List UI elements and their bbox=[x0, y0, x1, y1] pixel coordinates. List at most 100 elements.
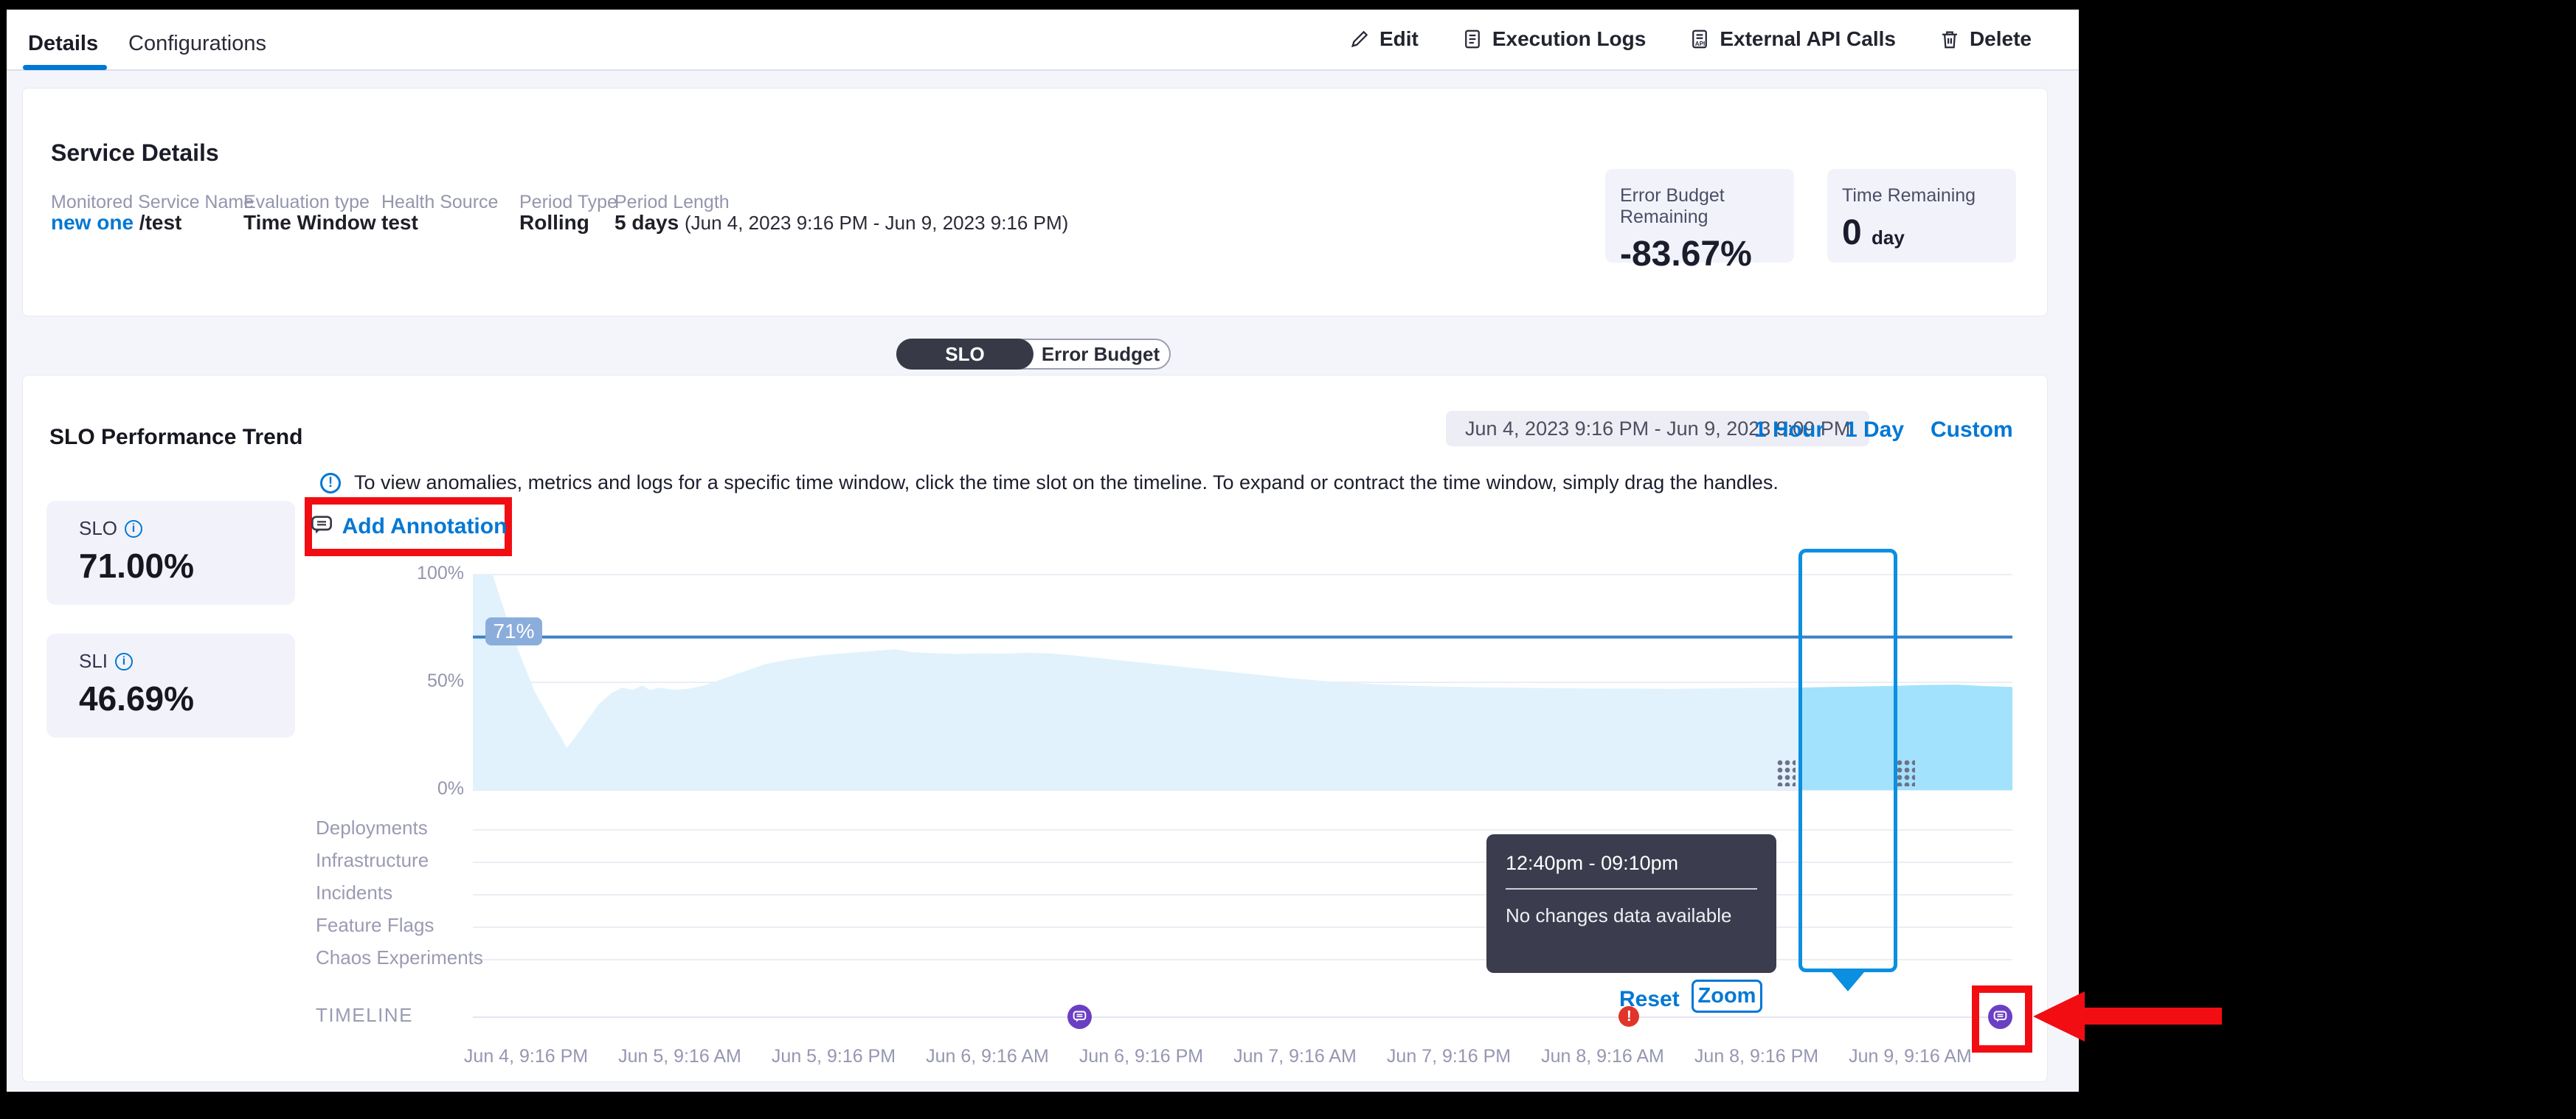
pencil-icon bbox=[1348, 28, 1371, 50]
edit-button[interactable]: Edit bbox=[1348, 27, 1419, 51]
service-details-title: Service Details bbox=[51, 139, 219, 167]
y-axis-label-50: 50% bbox=[375, 671, 464, 692]
error-budget-remaining-label: Error Budget Remaining bbox=[1620, 185, 1779, 228]
x-axis-label: Jun 5, 9:16 PM bbox=[760, 1046, 907, 1067]
field-label-period-type: Period Type bbox=[519, 192, 617, 213]
changes-tooltip: 12:40pm - 09:10pm No changes data availa… bbox=[1486, 834, 1776, 973]
target-badge: 71% bbox=[485, 617, 542, 645]
trend-title: SLO Performance Trend bbox=[49, 425, 302, 450]
app-page: Details Configurations Edit Execution Lo… bbox=[7, 10, 2079, 1092]
field-label-health-source: Health Source bbox=[381, 192, 498, 213]
field-label-period-length: Period Length bbox=[614, 192, 730, 213]
x-axis-label: Jun 6, 9:16 AM bbox=[914, 1046, 1062, 1067]
annotation-highlight-box bbox=[1972, 985, 2032, 1053]
svg-text:API: API bbox=[1695, 41, 1706, 47]
time-remaining-card: Time Remaining 0 day bbox=[1827, 169, 2016, 263]
execution-logs-label: Execution Logs bbox=[1492, 27, 1646, 51]
external-api-calls-label: External API Calls bbox=[1720, 27, 1896, 51]
x-axis-label: Jun 4, 9:16 PM bbox=[452, 1046, 600, 1067]
row-line-incidents bbox=[473, 894, 2012, 895]
field-value-period-length: 5 days (Jun 4, 2023 9:16 PM - Jun 9, 202… bbox=[614, 211, 1068, 235]
tab-configurations[interactable]: Configurations bbox=[128, 32, 266, 56]
toggle-option-error-budget[interactable]: Error Budget bbox=[1031, 339, 1171, 370]
range-button-1day[interactable]: 1 Day bbox=[1845, 418, 1904, 443]
row-line-chaos-experiments bbox=[473, 959, 2012, 960]
y-axis-label-0: 0% bbox=[375, 778, 464, 800]
x-axis-label: Jun 7, 9:16 PM bbox=[1375, 1046, 1523, 1067]
x-axis: Jun 4, 9:16 PM Jun 5, 9:16 AM Jun 5, 9:16 … bbox=[7, 1046, 2079, 1075]
x-axis-label: Jun 7, 9:16 AM bbox=[1222, 1046, 1369, 1067]
field-value-monitored-service[interactable]: new one /test bbox=[51, 211, 181, 235]
row-label-infrastructure: Infrastructure bbox=[316, 849, 429, 872]
header-actions: Edit Execution Logs API External API Cal… bbox=[1348, 27, 2032, 51]
x-axis-label: Jun 5, 9:16 AM bbox=[606, 1046, 754, 1067]
field-label-monitored-service: Monitored Service Name bbox=[51, 192, 254, 213]
row-label-feature-flags: Feature Flags bbox=[316, 914, 434, 937]
error-budget-remaining-card: Error Budget Remaining -83.67% bbox=[1605, 169, 1794, 263]
slo-errorbudget-toggle: SLO Error Budget bbox=[896, 339, 1171, 370]
field-value-health-source: test bbox=[381, 211, 418, 235]
slo-metric-value: 71.00% bbox=[79, 546, 295, 586]
selection-pointer-triangle bbox=[1832, 972, 1864, 991]
tooltip-divider bbox=[1506, 888, 1757, 890]
slo-metric-label: SLO i bbox=[79, 517, 295, 540]
execution-logs-button[interactable]: Execution Logs bbox=[1461, 27, 1646, 51]
tooltip-time-range: 12:40pm - 09:10pm bbox=[1506, 852, 1757, 875]
header-bar: Details Configurations Edit Execution Lo… bbox=[7, 10, 2079, 71]
time-remaining-label: Time Remaining bbox=[1842, 185, 2001, 207]
slo-trend-area-chart[interactable] bbox=[473, 550, 2012, 791]
active-tab-underline bbox=[23, 65, 107, 70]
trash-icon bbox=[1939, 28, 1961, 50]
y-axis-label-100: 100% bbox=[375, 563, 464, 584]
period-length-detail: (Jun 4, 2023 9:16 PM - Jun 9, 2023 9:16 … bbox=[685, 212, 1068, 234]
row-line-infrastructure bbox=[473, 862, 2012, 863]
field-value-evaluation-type: Time Window bbox=[243, 211, 376, 235]
timeline-line bbox=[473, 1016, 2012, 1018]
monitored-service-env: /test bbox=[139, 211, 182, 234]
selection-right-drag-handle[interactable] bbox=[1895, 758, 1915, 786]
time-remaining-number: 0 bbox=[1842, 213, 1862, 252]
range-button-custom[interactable]: Custom bbox=[1931, 418, 2013, 443]
time-remaining-unit: day bbox=[1872, 226, 1905, 249]
api-document-icon: API bbox=[1689, 28, 1711, 50]
range-button-1hour[interactable]: 1 Hour bbox=[1754, 418, 1824, 443]
x-axis-label: Jun 9, 9:16 AM bbox=[1837, 1046, 1984, 1067]
delete-label: Delete bbox=[1970, 27, 2032, 51]
tab-details[interactable]: Details bbox=[28, 32, 98, 56]
monitored-service-link[interactable]: new one bbox=[51, 211, 134, 234]
info-circle-icon[interactable]: i bbox=[115, 653, 133, 671]
add-annotation-button[interactable]: Add Annotation bbox=[305, 497, 512, 556]
x-axis-label: Jun 8, 9:16 PM bbox=[1683, 1046, 1830, 1067]
x-axis-label: Jun 8, 9:16 AM bbox=[1529, 1046, 1677, 1067]
row-label-timeline: TIMELINE bbox=[316, 1004, 413, 1027]
x-axis-label: Jun 6, 9:16 PM bbox=[1067, 1046, 1215, 1067]
zoom-button[interactable]: Zoom bbox=[1692, 980, 1762, 1013]
sli-metric-label: SLI i bbox=[79, 650, 295, 673]
slo-label-text: SLO bbox=[79, 517, 117, 540]
external-api-calls-button[interactable]: API External API Calls bbox=[1689, 27, 1896, 51]
speech-bubble-icon bbox=[310, 513, 333, 541]
selection-left-drag-handle[interactable] bbox=[1776, 758, 1796, 786]
row-line-deployments bbox=[473, 829, 2012, 831]
red-arrow-icon bbox=[2033, 991, 2085, 1042]
delete-button[interactable]: Delete bbox=[1939, 27, 2032, 51]
info-text: To view anomalies, metrics and logs for … bbox=[354, 471, 1779, 494]
reset-button[interactable]: Reset bbox=[1619, 987, 1680, 1012]
info-circle-icon[interactable]: i bbox=[125, 520, 142, 538]
toggle-option-slo[interactable]: SLO bbox=[896, 339, 1033, 370]
edit-label: Edit bbox=[1379, 27, 1419, 51]
sli-metric-card: SLI i 46.69% bbox=[46, 634, 295, 738]
time-window-selection-box[interactable] bbox=[1798, 549, 1897, 972]
row-label-incidents: Incidents bbox=[316, 881, 392, 904]
sli-label-text: SLI bbox=[79, 650, 108, 673]
time-remaining-value: 0 day bbox=[1842, 212, 2001, 253]
field-label-evaluation-type: Evaluation type bbox=[243, 192, 370, 213]
red-arrow-shaft bbox=[2085, 1008, 2222, 1025]
annotation-message-icon[interactable] bbox=[1067, 1005, 1092, 1029]
tooltip-message: No changes data available bbox=[1506, 904, 1757, 927]
period-length-value: 5 days bbox=[614, 211, 679, 234]
info-banner: ! To view anomalies, metrics and logs fo… bbox=[320, 471, 1779, 494]
field-value-period-type: Rolling bbox=[519, 211, 589, 235]
add-annotation-label: Add Annotation bbox=[342, 514, 508, 539]
error-budget-remaining-value: -83.67% bbox=[1620, 234, 1779, 274]
